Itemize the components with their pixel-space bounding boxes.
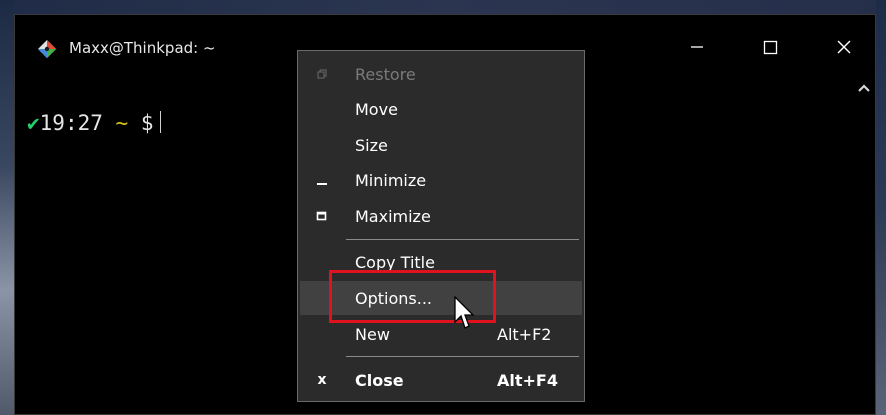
chevron-up-icon (858, 84, 870, 92)
check-icon: ✔ (27, 111, 40, 135)
menu-item-label: Maximize (355, 207, 431, 226)
prompt-time: 19:27 (39, 111, 103, 135)
maximize-icon (314, 208, 330, 224)
menu-item-shortcut: Alt+F2 (497, 325, 552, 344)
menu-item-move[interactable]: Move (300, 92, 582, 126)
menu-separator (346, 356, 579, 357)
menu-item-restore[interactable]: Restore (300, 57, 582, 91)
menu-item-maximize[interactable]: Maximize (300, 199, 582, 233)
prompt-cwd: ~ (115, 111, 129, 135)
terminal-prompt[interactable]: ✔19:27 ~ $ (27, 111, 161, 135)
maximize-button[interactable] (747, 33, 793, 63)
menu-item-close[interactable]: x Close Alt+F4 (300, 363, 582, 397)
menu-separator (346, 239, 579, 240)
minimize-icon (314, 172, 330, 188)
close-icon (837, 40, 851, 54)
desktop-background-left (0, 0, 14, 415)
close-button[interactable] (821, 33, 867, 63)
menu-item-minimize[interactable]: Minimize (300, 163, 582, 197)
mouse-pointer-icon (454, 296, 475, 329)
maximize-icon (763, 40, 778, 55)
minimize-button[interactable] (673, 33, 719, 63)
restore-icon (314, 66, 330, 82)
window-title: Maxx@Thinkpad: ~ (69, 39, 216, 57)
menu-item-label: Size (355, 136, 388, 155)
desktop-background-right (876, 0, 886, 415)
menu-item-label: Minimize (355, 171, 427, 190)
menu-item-size[interactable]: Size (300, 128, 582, 162)
close-x-icon: x (317, 372, 327, 388)
menu-item-label: New (355, 325, 390, 344)
system-context-menu: Restore Move Size Minimize Maximize Copy… (297, 50, 585, 402)
prompt-symbol: $ (140, 111, 154, 135)
minimize-icon (691, 46, 703, 48)
menu-item-label: Close (355, 371, 404, 390)
text-cursor (159, 111, 161, 133)
menu-item-shortcut: Alt+F4 (497, 371, 558, 390)
git-bash-diamond-icon[interactable] (37, 39, 57, 59)
desktop-background-top (0, 0, 886, 14)
menu-item-label: Move (355, 100, 398, 119)
menu-item-label: Restore (355, 65, 416, 84)
scrollbar-up-arrow[interactable] (853, 77, 875, 99)
